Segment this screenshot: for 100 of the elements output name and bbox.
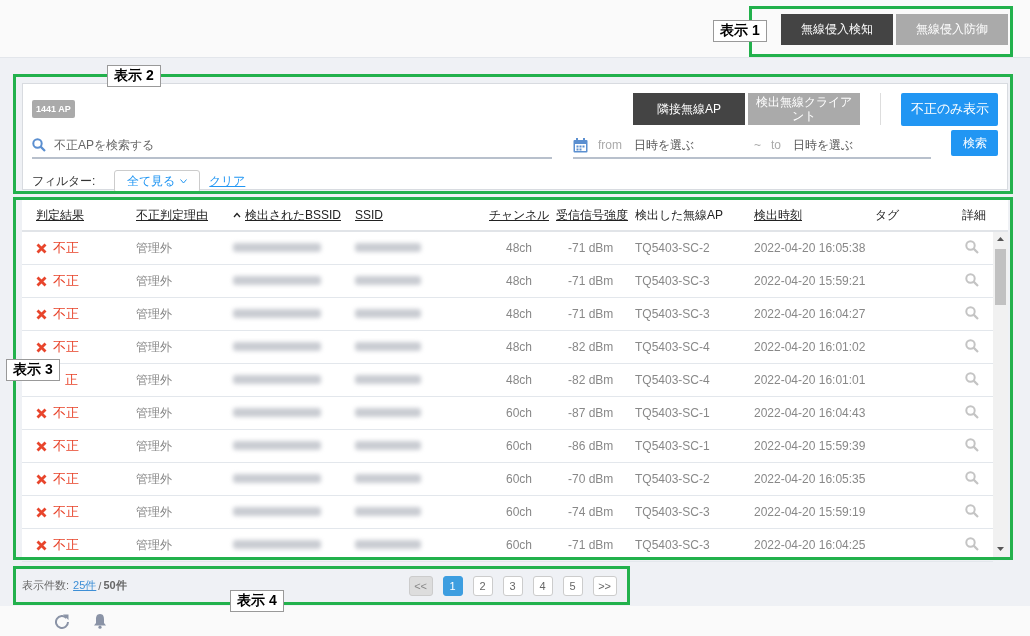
table-cell: 60ch xyxy=(506,505,532,519)
total-count: 50件 xyxy=(103,578,127,593)
count-badge: 1441 AP xyxy=(32,100,75,118)
search-icon xyxy=(32,138,46,152)
column-header: 詳細 xyxy=(962,206,986,224)
page-size-link[interactable]: 25件 xyxy=(73,578,97,593)
cross-icon xyxy=(36,407,47,419)
table-cell: TQ5403-SC-2 xyxy=(635,472,710,486)
bell-icon[interactable] xyxy=(93,613,107,629)
column-header[interactable]: 判定結果 xyxy=(36,206,84,224)
table-cell: 2022-04-20 15:59:39 xyxy=(754,439,866,453)
table-cell: 2022-04-20 15:59:21 xyxy=(754,274,866,288)
table-cell: 60ch xyxy=(506,439,532,453)
table-cell: 管理外 xyxy=(136,372,172,387)
table-cell: 管理外 xyxy=(136,471,172,486)
clear-link[interactable]: クリア xyxy=(209,173,246,190)
table-cell: 48ch xyxy=(506,274,532,288)
table-cell: 2022-04-20 15:59:19 xyxy=(754,505,866,519)
table-cell: -82 dBm xyxy=(568,373,614,387)
table-cell: 2022-04-20 16:04:27 xyxy=(754,307,866,321)
page-button[interactable]: 5 xyxy=(562,575,583,596)
table-cell: 2022-04-20 16:05:35 xyxy=(754,472,866,486)
column-header: タグ xyxy=(875,206,899,224)
table-cell: 管理外 xyxy=(136,438,172,453)
table-cell: 不正 xyxy=(53,470,79,488)
table-cell: -82 dBm xyxy=(568,340,614,354)
table-cell: 2022-04-20 16:01:02 xyxy=(754,340,866,354)
cross-icon xyxy=(36,275,47,287)
filter-dropdown[interactable]: 全て見る xyxy=(114,170,201,193)
table-cell: 2022-04-20 16:04:43 xyxy=(754,406,866,420)
cross-icon xyxy=(36,242,47,254)
page-button[interactable]: 4 xyxy=(532,575,553,596)
cross-icon xyxy=(36,506,47,518)
from-label: from xyxy=(598,138,622,152)
table-cell: -86 dBm xyxy=(568,439,614,453)
search-field[interactable]: 不正APを検索する xyxy=(32,133,552,159)
table-cell: 48ch xyxy=(506,241,532,255)
to-date-field[interactable]: 日時を選ぶ xyxy=(791,137,906,153)
column-header[interactable]: 検出時刻 xyxy=(754,206,802,224)
table-cell: 管理外 xyxy=(136,504,172,519)
detail-search-icon xyxy=(965,371,979,386)
to-label: to xyxy=(771,138,782,152)
table-cell: TQ5403-SC-3 xyxy=(635,307,710,321)
table-cell: 48ch xyxy=(506,340,532,354)
mode-tab[interactable]: 無線侵入検知 xyxy=(781,14,893,45)
table-cell: 48ch xyxy=(506,307,532,321)
table-cell: 2022-04-20 16:04:25 xyxy=(754,538,866,552)
annotation-label: 表示 2 xyxy=(107,65,161,87)
cross-icon xyxy=(36,440,47,452)
annotation-label: 表示 4 xyxy=(230,590,284,612)
detail-search-icon xyxy=(965,338,979,353)
column-header[interactable]: 不正判定理由 xyxy=(136,206,208,224)
range-separator: ~ xyxy=(754,138,761,152)
cross-icon xyxy=(36,341,47,353)
last-page-button[interactable]: >> xyxy=(592,575,617,596)
table-cell: -71 dBm xyxy=(568,538,614,552)
calendar-icon[interactable] xyxy=(573,137,588,153)
list-tab[interactable]: 隣接無線AP xyxy=(633,93,745,125)
table-cell: 不正 xyxy=(53,239,79,257)
cross-icon xyxy=(36,539,47,551)
detail-search-icon xyxy=(965,503,979,518)
table-cell: -87 dBm xyxy=(568,406,614,420)
table-cell: -71 dBm xyxy=(568,307,614,321)
detail-search-icon xyxy=(965,239,979,254)
cross-icon xyxy=(36,308,47,320)
table-cell: 管理外 xyxy=(136,537,172,552)
table-cell: 不正 xyxy=(53,536,79,554)
table-cell: 不正 xyxy=(53,503,79,521)
table-cell: TQ5403-SC-3 xyxy=(635,505,710,519)
from-date-field[interactable]: 日時を選ぶ xyxy=(632,137,746,153)
table-cell: TQ5403-SC-2 xyxy=(635,241,710,255)
page-button[interactable]: 2 xyxy=(472,575,493,596)
detail-search-icon xyxy=(965,470,979,485)
table-cell: 管理外 xyxy=(136,339,172,354)
column-header[interactable]: チャンネル xyxy=(489,206,549,224)
cross-icon xyxy=(36,473,47,485)
column-header[interactable]: SSID xyxy=(355,208,383,222)
detail-search-icon xyxy=(965,404,979,419)
table-cell: TQ5403-SC-1 xyxy=(635,439,710,453)
table-cell: 60ch xyxy=(506,472,532,486)
annotation-label: 表示 1 xyxy=(713,20,767,42)
chevron-down-icon xyxy=(180,179,188,184)
table-cell: 不正 xyxy=(53,338,79,356)
table-cell: 60ch xyxy=(506,538,532,552)
page-button[interactable]: 3 xyxy=(502,575,523,596)
table-cell: TQ5403-SC-4 xyxy=(635,373,710,387)
table-cell: 不正 xyxy=(53,437,79,455)
table-cell: 管理外 xyxy=(136,240,172,255)
table-cell: 不正 xyxy=(53,272,79,290)
table-cell: 2022-04-20 16:01:01 xyxy=(754,373,866,387)
table-cell: 2022-04-20 16:05:38 xyxy=(754,241,866,255)
detail-search-icon xyxy=(965,305,979,320)
refresh-icon[interactable] xyxy=(54,613,70,629)
table-cell: -70 dBm xyxy=(568,472,614,486)
column-header[interactable]: 受信信号強度 xyxy=(556,206,628,224)
table-cell: 管理外 xyxy=(136,273,172,288)
column-header: 検出した無線AP xyxy=(635,206,723,224)
column-header[interactable]: 検出されたBSSID xyxy=(245,206,341,224)
table-cell: TQ5403-SC-4 xyxy=(635,340,710,354)
filter-label: フィルター: xyxy=(32,173,96,190)
